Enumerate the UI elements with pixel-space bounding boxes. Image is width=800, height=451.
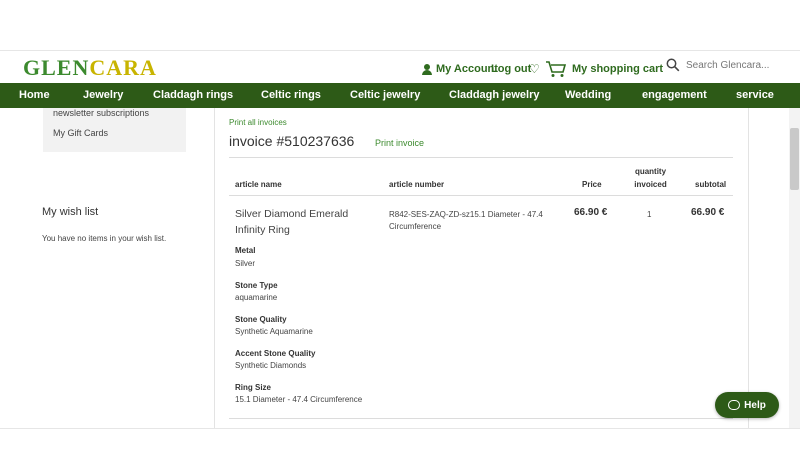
option-label-metal: Metal	[235, 246, 256, 255]
option-value-metal: Silver	[235, 259, 256, 268]
item-price: 66.90 €	[574, 207, 608, 218]
product-name: Silver Diamond Emerald Infinity Ring	[235, 208, 349, 236]
my-account-label: My Account	[436, 63, 498, 75]
search-icon[interactable]	[666, 58, 680, 77]
column-header-article-name: article name	[235, 180, 282, 189]
cart-icon[interactable]	[545, 60, 567, 83]
sidebar-item-newsletter[interactable]: newsletter subscriptions	[53, 108, 149, 118]
main-navigation: Home Jewelry Claddagh rings Celtic rings…	[0, 83, 800, 108]
browser-bottom-band	[0, 428, 800, 451]
invoice-title: invoice #510237636	[229, 133, 355, 149]
invoice-panel	[214, 108, 749, 428]
wishlist-empty-message: You have no items in your wish list.	[42, 234, 167, 243]
table-bottom-divider	[229, 418, 733, 419]
column-header-quantity: quantity invoiced	[634, 165, 667, 191]
sidebar-item-gift-cards[interactable]: My Gift Cards	[53, 128, 108, 138]
help-button[interactable]: Help	[715, 392, 779, 418]
table-header-divider	[229, 195, 733, 196]
option-value-stone-type: aquamarine	[235, 293, 278, 302]
nav-item-jewelry[interactable]: Jewelry	[83, 83, 123, 108]
my-account-link[interactable]: My Account	[422, 63, 498, 75]
scrollbar-thumb[interactable]	[790, 128, 799, 190]
nav-item-wedding[interactable]: Wedding	[565, 83, 611, 108]
shopping-cart-link[interactable]: My shopping cart	[572, 63, 663, 75]
table-top-divider	[229, 157, 733, 158]
print-all-invoices-link[interactable]: Print all invoices	[229, 118, 287, 127]
heart-icon[interactable]: ♡	[529, 62, 540, 76]
column-header-article-number: article number	[389, 180, 445, 189]
column-header-price: Price	[582, 180, 602, 189]
chat-bubble-icon	[728, 400, 741, 410]
option-label-stone-quality: Stone Quality	[235, 315, 287, 324]
nav-item-engagement[interactable]: engagement	[642, 83, 707, 108]
user-icon	[422, 64, 432, 75]
browser-top-band	[0, 0, 800, 51]
glencara-logo[interactable]: GLENCARA	[23, 55, 157, 81]
nav-item-home[interactable]: Home	[19, 83, 50, 108]
nav-item-service[interactable]: service	[736, 83, 774, 108]
nav-item-claddagh-jewelry[interactable]: Claddagh jewelry	[449, 83, 539, 108]
wishlist-title: My wish list	[42, 206, 99, 218]
option-label-accent-stone-quality: Accent Stone Quality	[235, 349, 316, 358]
logo-part-glen: GLEN	[23, 55, 90, 80]
option-value-ring-size: 15.1 Diameter - 47.4 Circumference	[235, 395, 363, 404]
column-header-quantity-line2: invoiced	[634, 180, 667, 189]
nav-item-celtic-rings[interactable]: Celtic rings	[261, 83, 321, 108]
search-input[interactable]	[686, 58, 791, 72]
print-invoice-link[interactable]: Print invoice	[375, 138, 424, 148]
column-header-subtotal: subtotal	[695, 180, 727, 189]
option-value-accent-stone-quality: Synthetic Diamonds	[235, 361, 307, 370]
option-label-stone-type: Stone Type	[235, 281, 278, 290]
item-quantity: 1	[647, 210, 652, 219]
nav-item-celtic-jewelry[interactable]: Celtic jewelry	[350, 83, 420, 108]
option-value-stone-quality: Synthetic Aquamarine	[235, 327, 313, 336]
item-subtotal: 66.90 €	[691, 207, 725, 218]
logo-part-cara: CARA	[89, 55, 157, 80]
column-header-quantity-line1: quantity	[634, 167, 667, 176]
article-number: R842-SES-ZAQ-ZD-sz15.1 Diameter - 47.4 C…	[389, 210, 543, 231]
logout-link[interactable]: Log out	[491, 63, 531, 75]
option-label-ring-size: Ring Size	[235, 383, 272, 392]
nav-item-claddagh-rings[interactable]: Claddagh rings	[153, 83, 233, 108]
help-button-label: Help	[744, 399, 766, 411]
